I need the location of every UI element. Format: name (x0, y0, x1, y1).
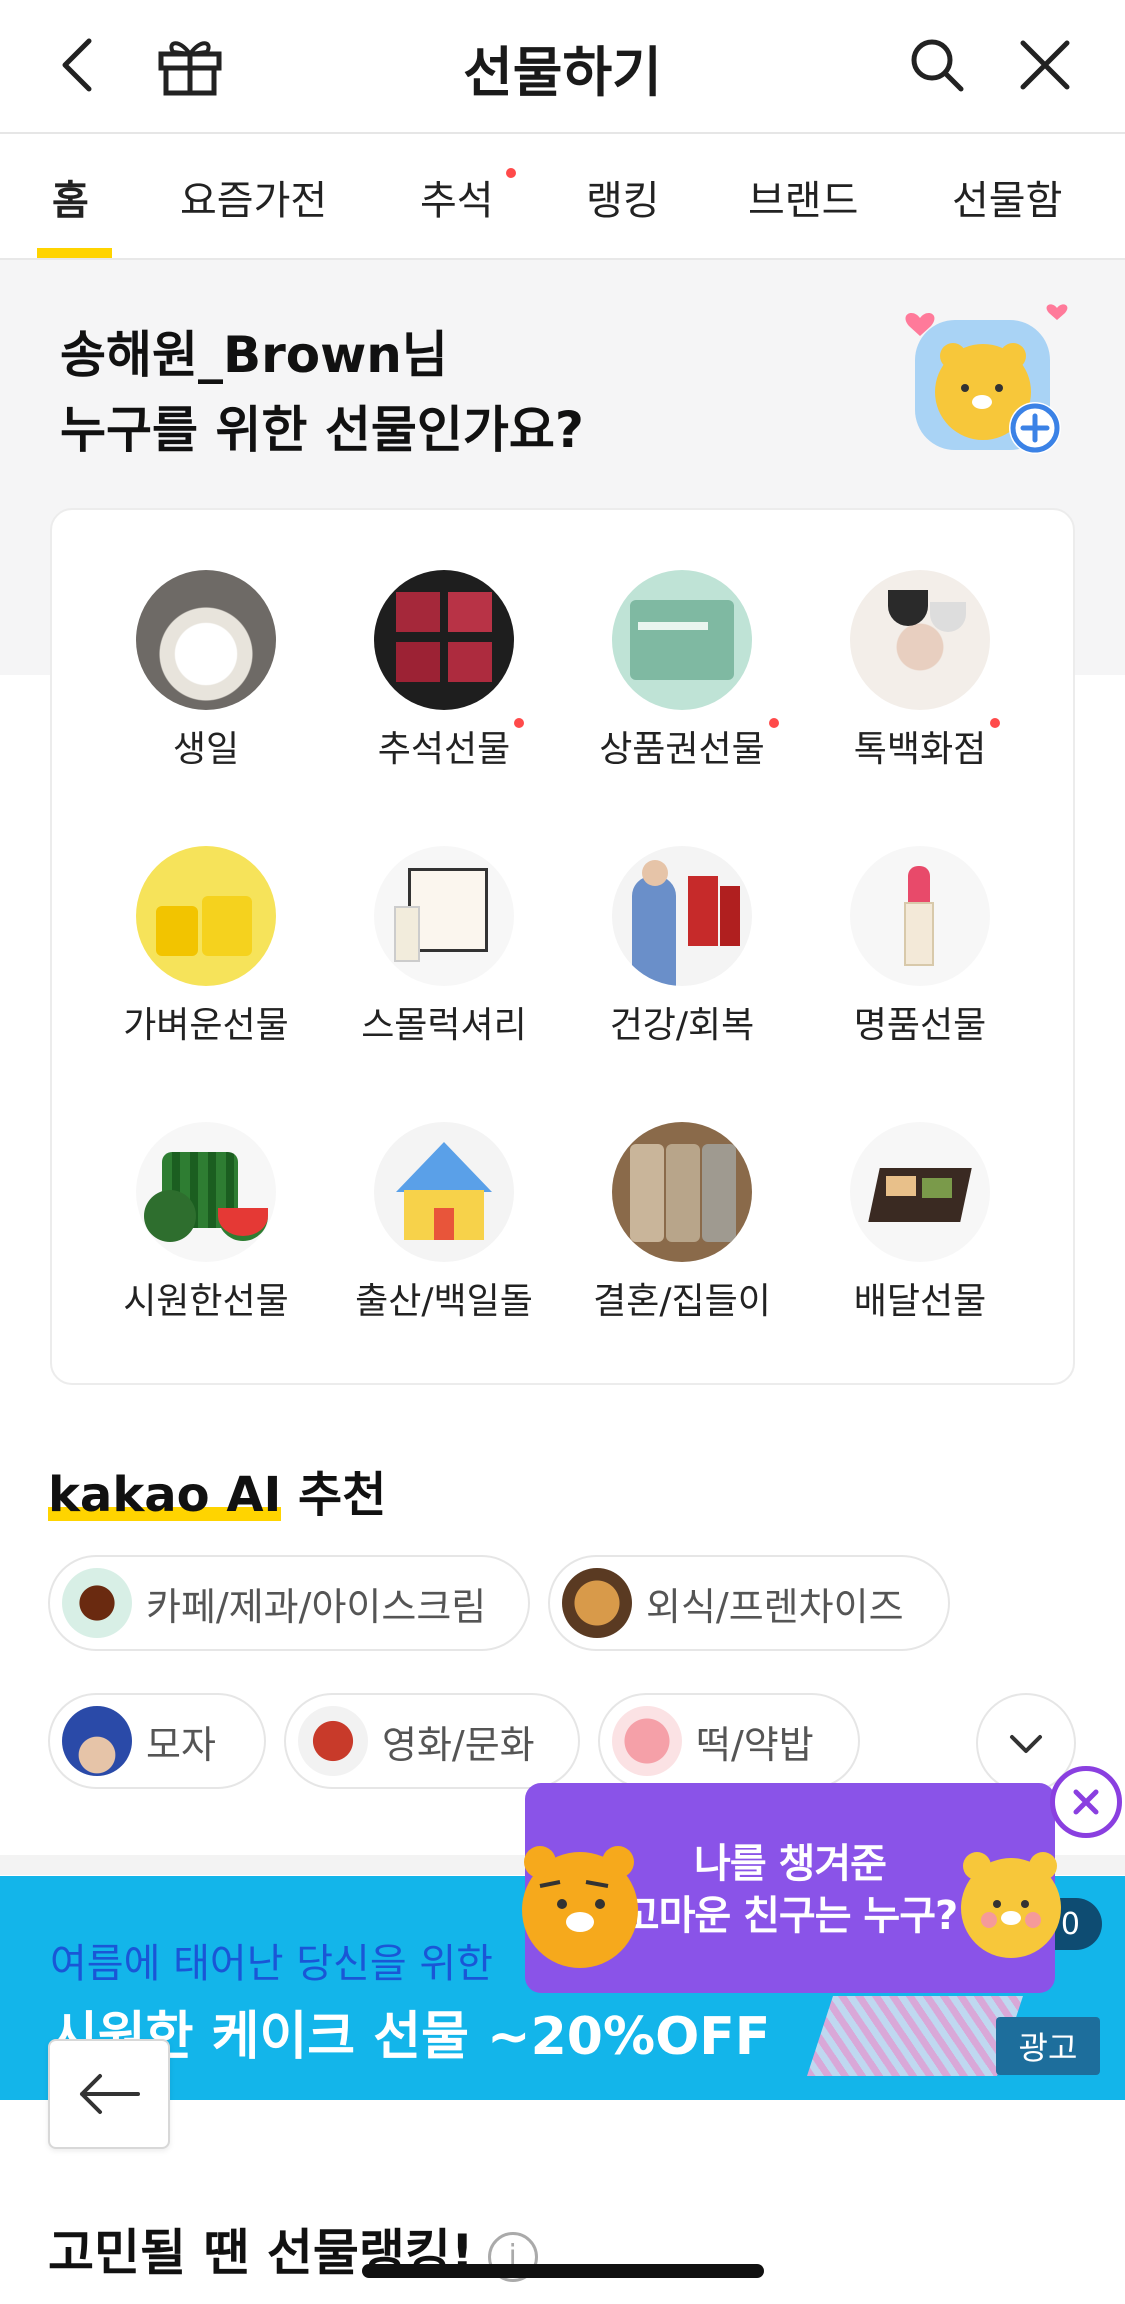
category-label: 생일 (172, 729, 240, 770)
chip-label: 카페/제과/아이스크림 (146, 1584, 487, 1629)
lipstick-thumbnail (850, 846, 990, 986)
chip-rice-cake[interactable]: 떡/약밥 (598, 1693, 860, 1789)
chip-hat[interactable]: 모자 (48, 1693, 266, 1789)
active-tab-indicator (37, 248, 112, 258)
category-light-gift[interactable]: 가벼운선물 (86, 846, 326, 1048)
promo-close-button[interactable] (1050, 1766, 1122, 1838)
category-label: 추석선물 (377, 729, 511, 770)
category-label: 건강/회복 (609, 1005, 755, 1046)
toy-house-thumbnail (374, 1122, 514, 1262)
health-thumbnail (612, 846, 752, 986)
category-chuseok-gift[interactable]: 추석선물 (324, 570, 564, 772)
category-wedding-housewarming[interactable]: 결혼/집들이 (562, 1122, 802, 1324)
birthday-cake-thumbnail (136, 570, 276, 710)
character-ryan-left (520, 1818, 645, 1998)
category-delivery-gift[interactable]: 배달선물 (800, 1122, 1040, 1324)
greeting-name: 송해원_Brown님 (60, 326, 448, 384)
floating-back-button[interactable] (48, 2039, 170, 2149)
category-label: 톡백화점 (853, 729, 987, 770)
home-indicator (362, 2264, 764, 2278)
tab-chuseok[interactable]: 추석 (420, 168, 494, 226)
close-button[interactable] (1010, 30, 1080, 100)
category-label: 상품권선물 (599, 729, 765, 770)
category-label: 결혼/집들이 (593, 1281, 771, 1322)
new-dot (990, 718, 1001, 728)
towel-thumbnail (612, 1122, 752, 1262)
ryan-character-icon (522, 1846, 638, 1968)
coffee-thumbnail (62, 1568, 132, 1638)
department-store-thumbnail (850, 570, 990, 710)
tab-bar: 홈 요즘가전 추석 랭킹 브랜드 선물함 (0, 134, 1125, 260)
new-dot (506, 168, 516, 178)
greeting-question: 누구를 위한 선물인가요? (60, 401, 584, 459)
tab-home[interactable]: 홈 (52, 168, 89, 226)
chicken-thumbnail (562, 1568, 632, 1638)
search-icon (911, 39, 964, 92)
ai-recommend-label: 추천 (298, 1467, 387, 1523)
category-cool-gift[interactable]: 시원한선물 (86, 1122, 326, 1324)
kakao-ai-brand: kakao AI (48, 1467, 282, 1523)
tab-brand[interactable]: 브랜드 (748, 168, 858, 226)
rice-cake-thumbnail (612, 1706, 682, 1776)
chip-label: 모자 (146, 1722, 216, 1767)
popcorn-thumbnail (298, 1706, 368, 1776)
search-button[interactable] (902, 30, 972, 100)
new-dot (768, 718, 779, 728)
ryan-blush-icon (961, 1852, 1061, 1958)
chip-label: 떡/약밥 (696, 1722, 814, 1767)
arrow-left-icon (80, 2074, 140, 2114)
category-label: 스몰럭셔리 (361, 1005, 527, 1046)
chip-dining-franchise[interactable]: 외식/프렌차이즈 (548, 1555, 950, 1651)
beef-gift-thumbnail (374, 570, 514, 710)
tab-trending-appliances[interactable]: 요즘가전 (180, 168, 327, 226)
category-gift-card[interactable]: 상품권선물 (562, 570, 802, 772)
new-dot (514, 718, 525, 728)
app-header: 선물하기 (0, 0, 1125, 134)
cake-image (807, 1996, 1023, 2076)
banner-subtitle: 여름에 태어난 당신을 위한 (50, 1941, 493, 1987)
close-icon (1020, 40, 1070, 90)
character-ryan-right (955, 1828, 1065, 1988)
character-avatar-icon (905, 304, 1068, 454)
category-label: 가벼운선물 (123, 1005, 289, 1046)
category-birth-100days[interactable]: 출산/백일돌 (324, 1122, 564, 1324)
chip-cafe-bakery[interactable]: 카페/제과/아이스크림 (48, 1555, 530, 1651)
category-label: 출산/백일돌 (355, 1281, 533, 1322)
watermelon-thumbnail (136, 1122, 276, 1262)
chip-label: 외식/프렌차이즈 (646, 1584, 904, 1629)
category-health-recovery[interactable]: 건강/회복 (562, 846, 802, 1048)
gift-card-thumbnail (612, 570, 752, 710)
category-luxury-gift[interactable]: 명품선물 (800, 846, 1040, 1048)
tab-ranking[interactable]: 랭킹 (586, 168, 660, 226)
food-box-thumbnail (850, 1122, 990, 1262)
category-label: 시원한선물 (123, 1281, 289, 1322)
tab-gift-box[interactable]: 선물함 (952, 168, 1062, 226)
chip-movie-culture[interactable]: 영화/문화 (284, 1693, 580, 1789)
category-grid: 생일 추석선물 상품권선물 톡백화점 가벼운선물 스몰럭셔리 건강/회복 명품선… (50, 508, 1075, 1385)
chip-label: 영화/문화 (382, 1722, 535, 1767)
hat-thumbnail (62, 1706, 132, 1776)
small-luxury-thumbnail (374, 846, 514, 986)
category-small-luxury[interactable]: 스몰럭셔리 (324, 846, 564, 1048)
add-friend-avatar-button[interactable] (895, 300, 1075, 460)
close-icon (1073, 1789, 1099, 1815)
category-birthday[interactable]: 생일 (86, 570, 326, 772)
light-gift-thumbnail (136, 846, 276, 986)
category-label: 명품선물 (853, 1005, 987, 1046)
category-label: 배달선물 (853, 1281, 987, 1322)
ad-badge: 광고 (996, 2017, 1100, 2075)
category-talk-department-store[interactable]: 톡백화점 (800, 570, 1040, 772)
ai-recommend-heading: kakao AI 추천 (48, 1455, 386, 1525)
